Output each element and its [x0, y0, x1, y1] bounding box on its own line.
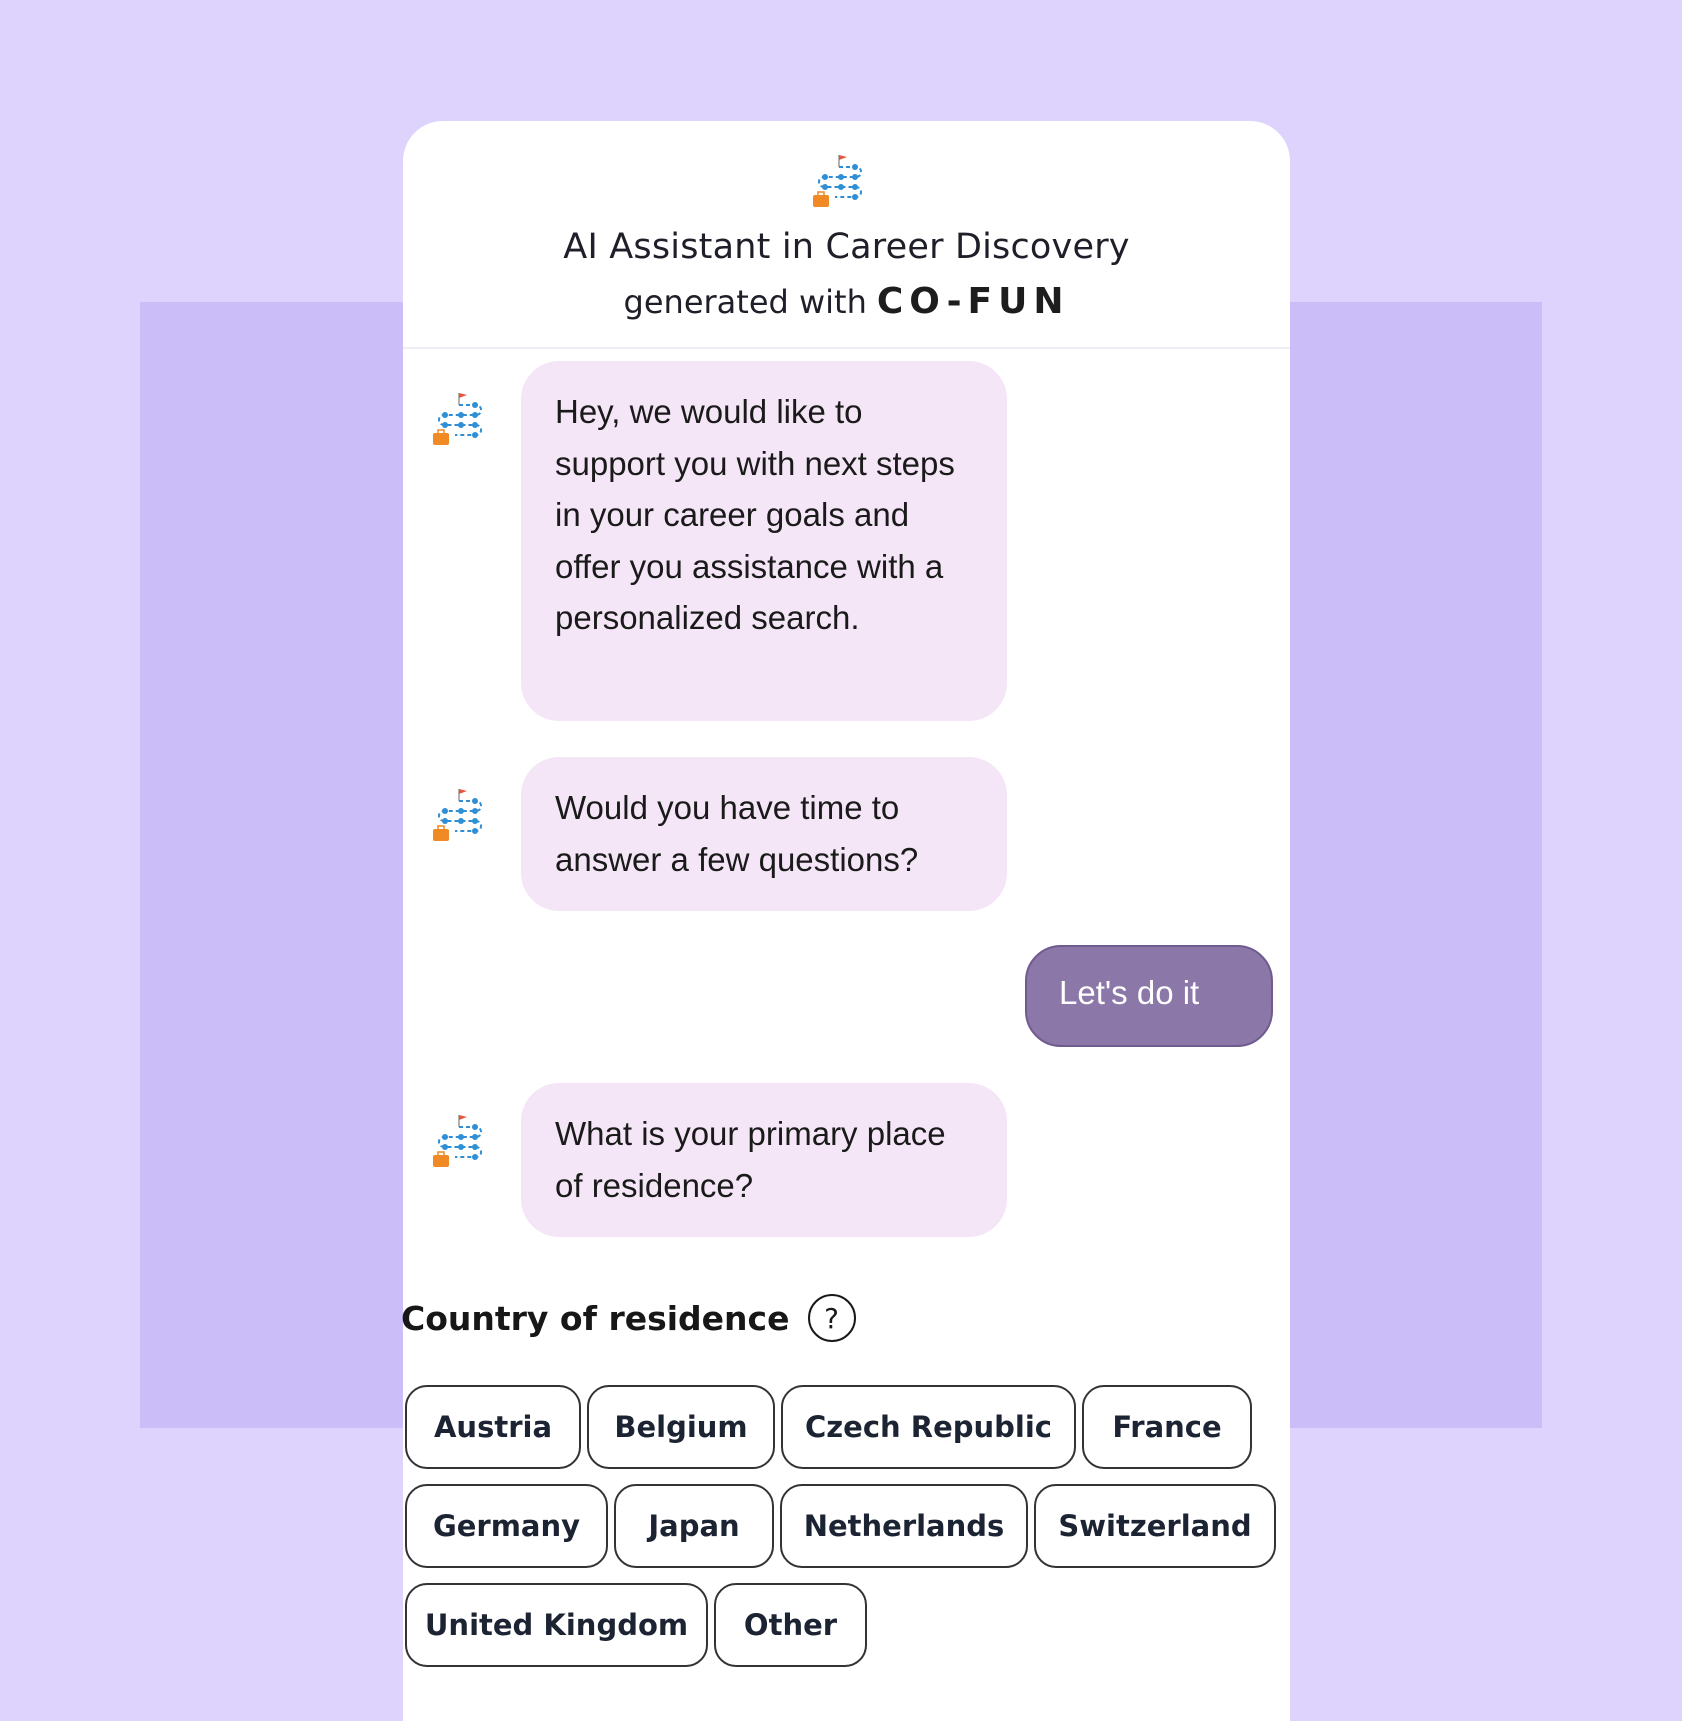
options-row: Austria Belgium Czech Republic France — [405, 1385, 1285, 1469]
assistant-avatar-icon — [431, 785, 487, 854]
assistant-avatar-icon — [431, 389, 487, 458]
assistant-message-bubble: What is your primary place of residence? — [521, 1083, 1007, 1237]
chat-title: AI Assistant in Career Discovery — [563, 227, 1130, 267]
option-france[interactable]: France — [1082, 1385, 1252, 1469]
options-row: United Kingdom Other — [405, 1583, 1285, 1667]
career-path-icon — [811, 151, 867, 220]
chat-window: AI Assistant in Career Discovery generat… — [401, 121, 1290, 1721]
assistant-message-bubble: Hey, we would like to support you with n… — [521, 361, 1007, 721]
generated-with-label: generated with — [623, 283, 867, 321]
question-label: Country of residence — [401, 1298, 790, 1338]
option-germany[interactable]: Germany — [405, 1484, 608, 1568]
chat-header: AI Assistant in Career Discovery generat… — [403, 121, 1290, 349]
option-czech-republic[interactable]: Czech Republic — [781, 1385, 1076, 1469]
help-icon[interactable]: ? — [807, 1294, 856, 1342]
assistant-message-bubble: Would you have time to answer a few ques… — [521, 757, 1007, 911]
option-other[interactable]: Other — [714, 1583, 867, 1667]
options-row: Germany Japan Netherlands Switzerland — [405, 1484, 1285, 1568]
option-netherlands[interactable]: Netherlands — [780, 1484, 1028, 1568]
question-header: Country of residence ? — [401, 1291, 856, 1345]
assistant-avatar-icon — [431, 1111, 487, 1180]
option-japan[interactable]: Japan — [614, 1484, 774, 1568]
brand-logo-text: CO-FUN — [876, 281, 1070, 322]
option-austria[interactable]: Austria — [405, 1385, 581, 1469]
chat-subtitle: generated with CO-FUN — [403, 281, 1290, 322]
country-options: Austria Belgium Czech Republic France Ge… — [405, 1385, 1285, 1682]
user-message-bubble: Let's do it — [1025, 945, 1273, 1047]
option-switzerland[interactable]: Switzerland — [1034, 1484, 1276, 1568]
option-united-kingdom[interactable]: United Kingdom — [405, 1583, 708, 1667]
option-belgium[interactable]: Belgium — [587, 1385, 775, 1469]
